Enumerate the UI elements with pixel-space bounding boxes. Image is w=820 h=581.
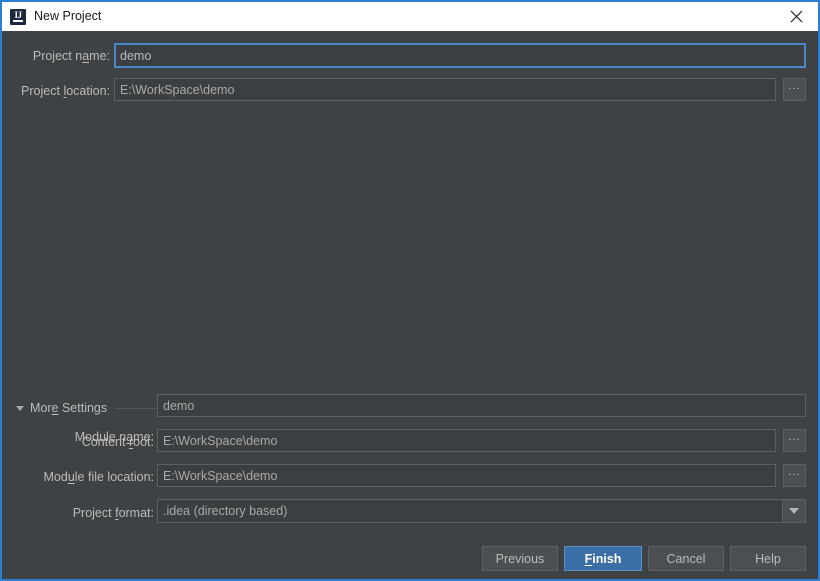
window-title: New Project <box>34 9 102 24</box>
project-format-label: Project format: <box>72 506 154 520</box>
cancel-button[interactable]: Cancel <box>648 546 724 571</box>
ellipsis-icon: ... <box>788 431 801 443</box>
intellij-idea-icon: IJ <box>10 8 26 25</box>
module-file-location-browse-button[interactable]: ... <box>783 464 806 487</box>
project-location-input[interactable]: E:\WorkSpace\demo <box>114 78 776 101</box>
project-format-select[interactable]: .idea (directory based) <box>157 499 806 523</box>
module-name-input[interactable]: demo <box>157 394 806 417</box>
previous-button[interactable]: Previous <box>482 546 558 571</box>
module-file-location-label: Module file location: <box>43 470 155 484</box>
content-root-input[interactable]: E:\WorkSpace\demo <box>157 429 776 452</box>
close-icon <box>790 10 802 23</box>
triangle-down-icon <box>16 405 24 411</box>
dialog-body: Project name: demo Project location: E:\… <box>2 31 818 579</box>
project-name-label: Project name: <box>32 49 110 63</box>
project-location-label: Project location: <box>21 84 110 98</box>
help-button[interactable]: Help <box>730 546 806 571</box>
project-location-browse-button[interactable]: ... <box>783 78 806 101</box>
chevron-down-icon[interactable] <box>782 500 805 522</box>
finish-button[interactable]: Finish <box>564 546 642 571</box>
more-settings-label: More Settings <box>30 401 108 415</box>
content-root-browse-button[interactable]: ... <box>783 429 806 452</box>
ellipsis-icon: ... <box>788 466 801 478</box>
project-name-input[interactable]: demo <box>114 43 806 68</box>
project-format-value: .idea (directory based) <box>163 504 288 518</box>
ellipsis-icon: ... <box>788 80 801 92</box>
close-button[interactable] <box>774 2 818 31</box>
module-file-location-input[interactable]: E:\WorkSpace\demo <box>157 464 776 487</box>
new-project-dialog: IJ New Project Project name: demo Projec… <box>0 0 820 581</box>
content-root-label: Content root: <box>81 435 154 449</box>
titlebar: IJ New Project <box>2 2 818 31</box>
